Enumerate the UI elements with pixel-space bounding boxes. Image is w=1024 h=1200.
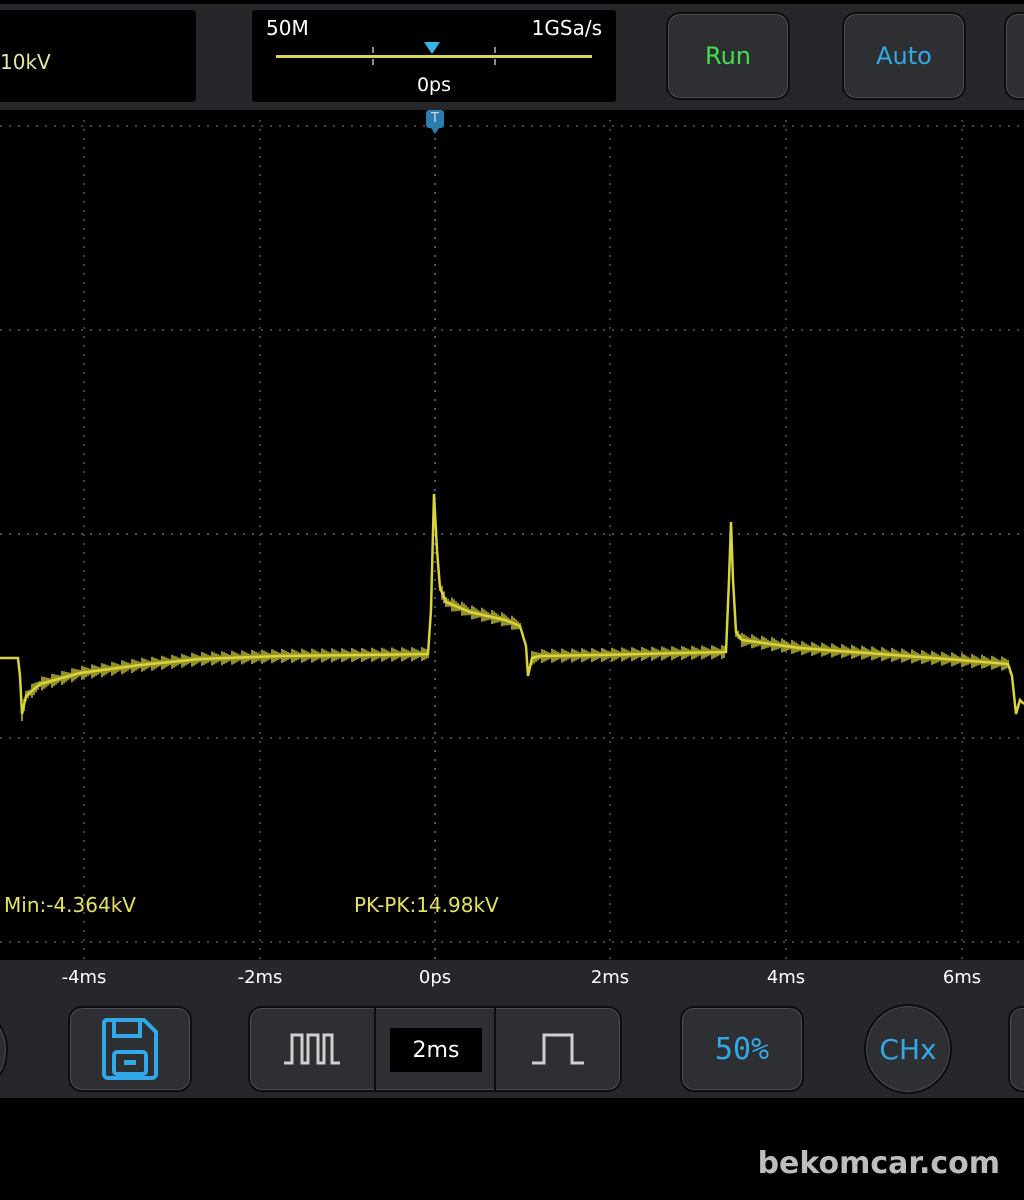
timebase-decrease-button[interactable] bbox=[250, 1008, 374, 1090]
watermark: bekomcar.com bbox=[757, 1146, 1000, 1181]
trigger-position-marker-icon bbox=[424, 42, 440, 54]
waveform-display[interactable] bbox=[0, 110, 1024, 960]
fifty-percent-button[interactable]: 50% bbox=[680, 1006, 804, 1092]
time-axis: -4ms -2ms 0ps 2ms 4ms 6ms bbox=[0, 960, 1024, 996]
menu-button-partial[interactable] bbox=[1004, 12, 1024, 100]
trace-noise-band bbox=[21, 585, 1011, 721]
time-tick: -4ms bbox=[61, 967, 107, 988]
time-tick: 0ps bbox=[418, 967, 452, 988]
channel-select-button[interactable]: CHx bbox=[864, 1004, 952, 1094]
vertical-scale-panel[interactable]: 10kV bbox=[0, 10, 196, 102]
measurement-pk-pk: PK-PK:14.98kV bbox=[354, 893, 499, 917]
time-tick: 6ms bbox=[942, 967, 982, 988]
vertical-scale-value: 10kV bbox=[0, 50, 51, 74]
time-tick: -2ms bbox=[237, 967, 283, 988]
measurement-min: Min:-4.364kV bbox=[4, 893, 136, 917]
divider bbox=[374, 1008, 376, 1090]
auto-button[interactable]: Auto bbox=[842, 12, 966, 100]
floppy-disk-icon bbox=[101, 1018, 158, 1080]
trigger-tag-icon[interactable]: T bbox=[426, 110, 444, 134]
single-pulse-icon bbox=[532, 1033, 584, 1065]
channel-1-trace bbox=[0, 493, 1024, 715]
save-button[interactable] bbox=[68, 1006, 192, 1092]
more-button-partial[interactable] bbox=[1008, 1006, 1024, 1092]
horizontal-status-panel[interactable]: 50M 1GSa/s 0ps bbox=[252, 10, 616, 102]
time-tick: 4ms bbox=[766, 967, 806, 988]
timebase-value[interactable]: 2ms bbox=[390, 1028, 482, 1072]
timebase-increase-button[interactable] bbox=[496, 1008, 620, 1090]
timebase-control: 2ms bbox=[248, 1006, 622, 1092]
memory-depth: 50M bbox=[266, 16, 309, 40]
grid bbox=[0, 120, 1024, 960]
run-button[interactable]: Run bbox=[666, 12, 790, 100]
pulse-train-icon bbox=[284, 1033, 340, 1065]
sample-rate: 1GSa/s bbox=[531, 16, 602, 40]
time-tick: 2ms bbox=[590, 967, 630, 988]
trigger-position-value: 0ps bbox=[416, 74, 452, 96]
trace-noise bbox=[21, 585, 1011, 721]
